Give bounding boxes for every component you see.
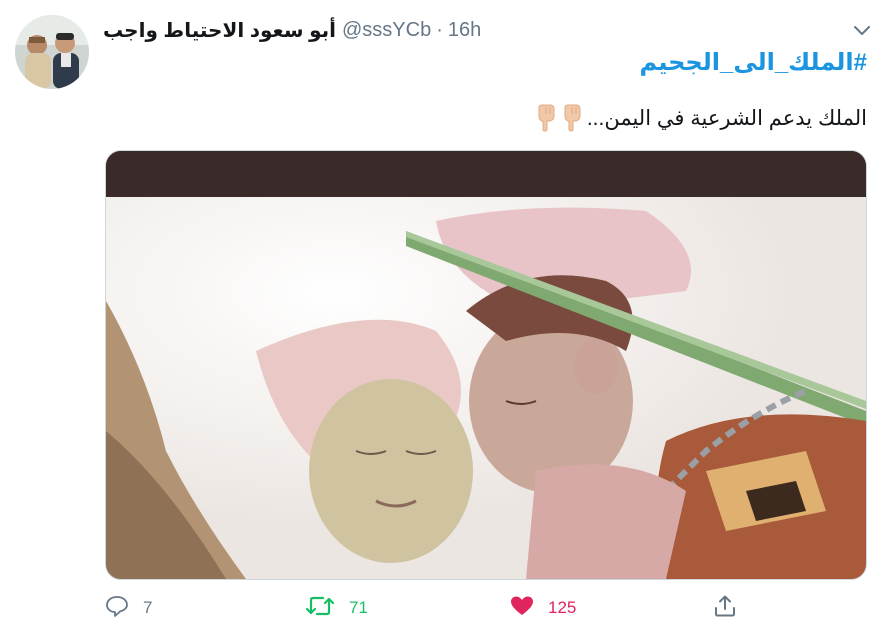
- tweet-header: أبو سعود الاحتياط واجب @sssYCb · 16h: [103, 16, 481, 44]
- reply-count: 7: [143, 598, 153, 617]
- avatar[interactable]: [15, 15, 89, 89]
- pointing-down-hand-icon: [535, 104, 557, 132]
- tweet[interactable]: أبو سعود الاحتياط واجب @sssYCb · 16h #ال…: [0, 0, 895, 624]
- timestamp[interactable]: 16h: [448, 19, 481, 42]
- share-button[interactable]: [713, 592, 737, 624]
- user-handle[interactable]: @sssYCb: [342, 19, 431, 42]
- reply-button[interactable]: 7: [105, 592, 152, 624]
- separator-dot: ·: [436, 18, 443, 41]
- tweet-text: الملك يدعم الشرعية في اليمن...: [535, 104, 867, 132]
- retweet-count: 71: [349, 598, 368, 617]
- share-icon[interactable]: [713, 594, 737, 623]
- tweet-text-content: الملك يدعم الشرعية في اليمن...: [586, 106, 867, 130]
- pointing-down-hand-icon: [561, 104, 583, 132]
- tweet-media-image[interactable]: [105, 150, 867, 580]
- hashtag-link[interactable]: #الملك_الى_الجحيم: [640, 48, 867, 77]
- tweet-actions: 7 71 125: [105, 592, 865, 624]
- caret-down-icon[interactable]: [851, 20, 873, 42]
- like-button[interactable]: 125: [510, 592, 576, 624]
- retweet-icon[interactable]: [305, 595, 335, 622]
- retweet-button[interactable]: 71: [305, 592, 368, 624]
- heart-icon[interactable]: [510, 595, 534, 622]
- reply-icon[interactable]: [105, 595, 129, 622]
- like-count: 125: [548, 598, 577, 617]
- display-name[interactable]: أبو سعود الاحتياط واجب: [103, 18, 336, 43]
